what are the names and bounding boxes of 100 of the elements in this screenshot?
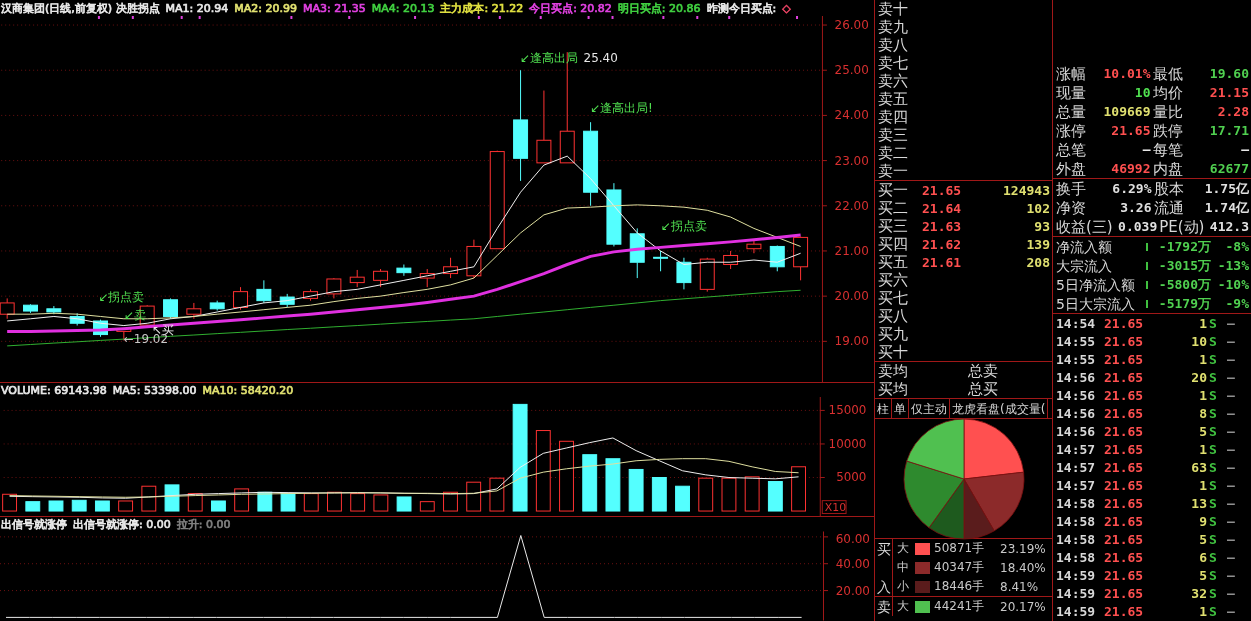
bid-volume: 208 <box>1025 254 1050 270</box>
trade-side: S <box>1209 423 1218 439</box>
stat-label: 最低 <box>1152 64 1184 83</box>
panel-tab[interactable]: 仅主动 <box>909 399 950 418</box>
trade-status-text: – <box>1227 531 1236 547</box>
flow-percent: -9% <box>1224 296 1249 311</box>
trade-time: 14:55 <box>1056 351 1097 367</box>
flow-amount: -3015万 <box>1157 256 1211 275</box>
trade-status-text: – <box>1227 477 1236 493</box>
stat-value: 17.71 <box>1208 123 1249 138</box>
axis-tick-label: 10000 <box>828 436 867 451</box>
percent-text: 8.41% <box>1000 579 1040 594</box>
volume-bar <box>303 493 319 512</box>
volume-bar <box>118 500 134 512</box>
trade-price: 21.65 <box>1104 387 1145 403</box>
indicator-label: 明日买点: 20.86 <box>617 1 701 15</box>
percent-text: 20.17% <box>1000 599 1047 614</box>
unit-label: X10 <box>821 500 847 515</box>
volume-bar <box>48 500 64 512</box>
volume-bar <box>767 481 783 512</box>
stat-value: 3.26 <box>1119 200 1152 215</box>
trade-volume: 32 <box>1190 585 1207 601</box>
volume-bar <box>164 484 180 512</box>
stat-label: 涨幅 <box>1056 64 1087 83</box>
stat-label: 每笔 <box>1152 140 1184 159</box>
candle <box>23 303 38 314</box>
trade-volume: 8 <box>1198 405 1207 421</box>
volume-bar <box>419 501 435 512</box>
stat-label: 均价 <box>1152 83 1184 102</box>
trade-price: 21.65 <box>1104 549 1145 565</box>
trade-status-text: – <box>1227 387 1236 403</box>
trade-status-text: – <box>1227 549 1236 565</box>
trade-volume: 6 <box>1198 549 1207 565</box>
trade-volume: 1 <box>1198 477 1207 493</box>
bid-price: 21.62 <box>922 236 963 252</box>
stat-label: 收益(三) <box>1056 217 1113 236</box>
size-label: 中 <box>897 559 910 576</box>
stat-label: 量比 <box>1152 102 1184 121</box>
amount-text: 40347手 <box>934 559 986 576</box>
trade-status-text: – <box>1227 423 1236 439</box>
trade-status-text: – <box>1227 495 1236 511</box>
trade-side: S <box>1209 405 1218 421</box>
average-label: 卖均 <box>878 362 909 380</box>
trade-price: 21.65 <box>1104 441 1145 457</box>
bid-level-label: 买五 <box>878 253 909 271</box>
axis-tick-label: 20.00 <box>834 289 869 304</box>
stat-value: 109669 <box>1102 104 1151 119</box>
panel-tab[interactable]: 龙虎看盘(成交量( <box>950 399 1049 418</box>
trade-price: 21.65 <box>1104 405 1145 421</box>
bid-volume: 139 <box>1025 236 1050 252</box>
stat-value: 1.75亿 <box>1203 179 1249 198</box>
trade-volume: 5 <box>1198 531 1207 547</box>
axis-tick-label: 40.00 <box>835 556 870 571</box>
trade-price: 21.65 <box>1104 567 1145 583</box>
trade-volume: 9 <box>1198 513 1207 529</box>
indicator-label: MA5: 53398.00 <box>112 383 197 397</box>
axis-tick-label: 26.00 <box>834 18 869 33</box>
volume-bar <box>651 477 667 512</box>
trade-volume: 5 <box>1198 567 1207 583</box>
flow-amount: -5800万 <box>1157 275 1211 294</box>
candle <box>373 268 389 288</box>
candle <box>326 277 342 299</box>
trade-side: S <box>1209 315 1218 331</box>
axis-tick-label: 24.00 <box>834 108 869 123</box>
ask-level-label: 卖十 <box>878 0 909 18</box>
ask-level-label: 卖二 <box>878 144 909 162</box>
signal-annotation: ↙拐点卖 <box>660 218 707 233</box>
trade-time: 14:59 <box>1056 603 1097 619</box>
stat-label: 总量 <box>1056 102 1087 121</box>
bid-level-label: 买一 <box>878 181 909 199</box>
trade-side: S <box>1209 603 1218 619</box>
trade-time: 14:58 <box>1056 513 1097 529</box>
stat-label: 流通 <box>1153 198 1184 217</box>
panel-tab[interactable]: 单 <box>892 399 909 418</box>
panel-tab[interactable]: 柱 <box>875 399 892 418</box>
trade-time: 14:55 <box>1056 333 1097 349</box>
trade-status-text: – <box>1227 333 1236 349</box>
indicator-label: MA10: 58420.20 <box>202 383 294 397</box>
trade-side: S <box>1209 387 1218 403</box>
volume-bar <box>466 481 482 512</box>
trade-price: 21.65 <box>1104 513 1145 529</box>
size-label: 大 <box>897 598 910 615</box>
stat-label: 净资 <box>1056 198 1086 217</box>
indicator-label: MA1: 20.94 <box>165 1 229 15</box>
size-label: 小 <box>897 578 910 595</box>
indicator-label: 拉升: 0.00 <box>176 517 231 531</box>
bid-level-label: 买九 <box>878 325 909 343</box>
trade-time: 14:58 <box>1056 495 1097 511</box>
trade-volume: 1 <box>1198 603 1207 619</box>
amount-text: 44241手 <box>934 598 986 615</box>
signal-annotation: 25.40 <box>583 51 618 66</box>
candle <box>793 236 809 281</box>
ask-level-label: 卖九 <box>878 18 909 36</box>
bid-level-label: 买三 <box>878 217 909 235</box>
bid-level-label: 买八 <box>878 307 909 325</box>
trade-status-text: – <box>1227 441 1236 457</box>
ask-level-label: 卖六 <box>878 72 909 90</box>
flow-label: 大宗流入 <box>1056 256 1113 275</box>
volume-bar <box>350 493 366 512</box>
trade-side: S <box>1209 549 1218 565</box>
